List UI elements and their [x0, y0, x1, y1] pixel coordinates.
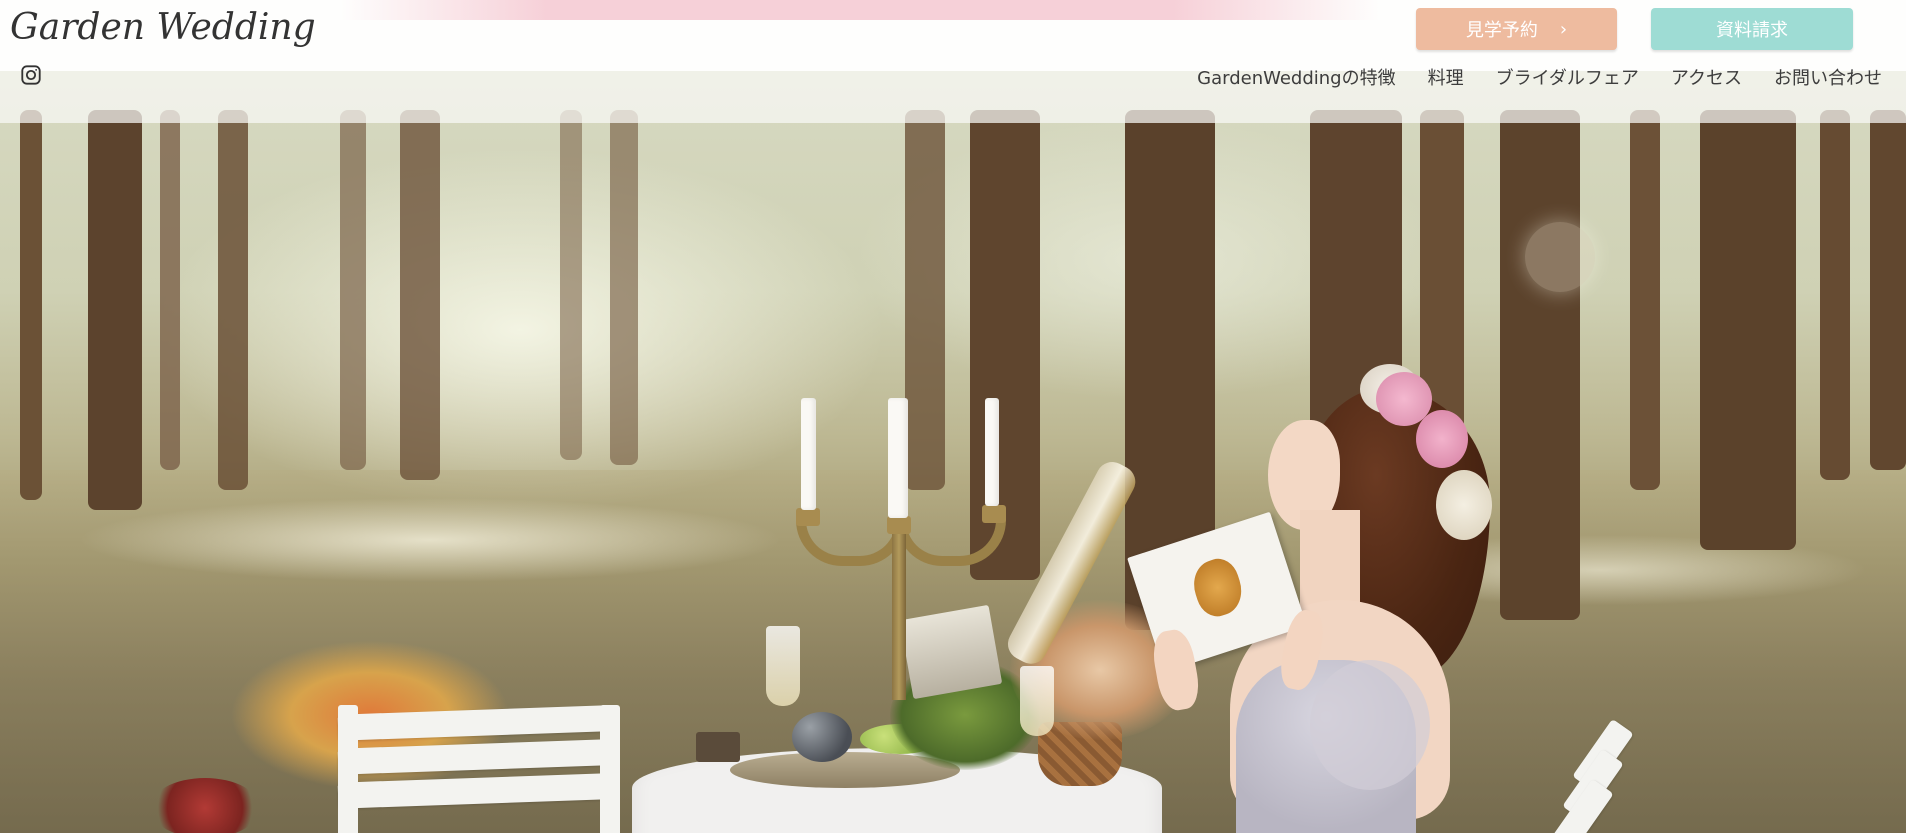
white-chair-right — [1548, 718, 1653, 833]
tree-trunk — [1630, 110, 1660, 490]
tree-trunk — [340, 110, 366, 470]
tree-trunk — [218, 110, 248, 490]
tree-trunk — [88, 110, 142, 510]
instagram-icon[interactable] — [20, 64, 44, 88]
nav-item-bridal-fair[interactable]: ブライダルフェア — [1496, 64, 1639, 90]
dress-sleeve — [1310, 660, 1430, 790]
candle-cup — [796, 508, 820, 526]
light-bokeh — [1525, 222, 1595, 292]
tree-trunk — [560, 110, 582, 460]
hero-photo — [0, 0, 1906, 833]
flower-crown — [1416, 410, 1468, 468]
request-documents-button[interactable]: 資料請求 — [1651, 8, 1853, 50]
main-nav: GardenWeddingの特徴 料理 ブライダルフェア アクセス お問い合わせ — [1197, 62, 1882, 92]
request-documents-label: 資料請求 — [1716, 20, 1788, 41]
tree-trunk — [20, 110, 42, 500]
candle-cup — [887, 516, 911, 534]
tree-trunk — [400, 110, 440, 480]
candle — [801, 398, 816, 510]
header-decorative-strip — [340, 0, 1380, 20]
candle — [985, 398, 999, 506]
tree-trunk — [610, 110, 638, 465]
white-chair — [337, 705, 620, 833]
chevron-right-icon: › — [1559, 18, 1568, 40]
candelabra-stem — [892, 520, 906, 700]
tree-trunk — [1700, 110, 1796, 550]
tree-trunk — [1870, 110, 1906, 470]
tree-trunk — [905, 110, 945, 490]
candle-cup — [982, 505, 1006, 523]
tree-trunk — [1820, 110, 1850, 480]
champagne-glass — [766, 626, 800, 706]
red-rose-bunch — [150, 778, 260, 833]
tree-trunk — [1500, 110, 1580, 620]
site-logo[interactable]: Garden Wedding — [10, 0, 316, 56]
nav-item-access[interactable]: アクセス — [1671, 64, 1742, 90]
flower-crown — [1436, 470, 1492, 540]
nav-item-contact[interactable]: お問い合わせ — [1774, 64, 1882, 90]
grapes — [792, 712, 852, 762]
visit-reservation-button[interactable]: 見学予約 › — [1416, 8, 1617, 50]
nav-item-cuisine[interactable]: 料理 — [1428, 64, 1464, 90]
tree-trunk — [160, 110, 180, 470]
ring-box — [696, 732, 740, 762]
visit-reservation-label: 見学予約 — [1465, 20, 1538, 41]
site-header: Garden Wedding 見学予約 › 資料請求 GardenWedding… — [0, 0, 1906, 123]
wine-glass — [1020, 666, 1054, 736]
nav-item-features[interactable]: GardenWeddingの特徴 — [1197, 64, 1395, 90]
candle — [888, 398, 908, 518]
book-stack — [899, 604, 1003, 700]
